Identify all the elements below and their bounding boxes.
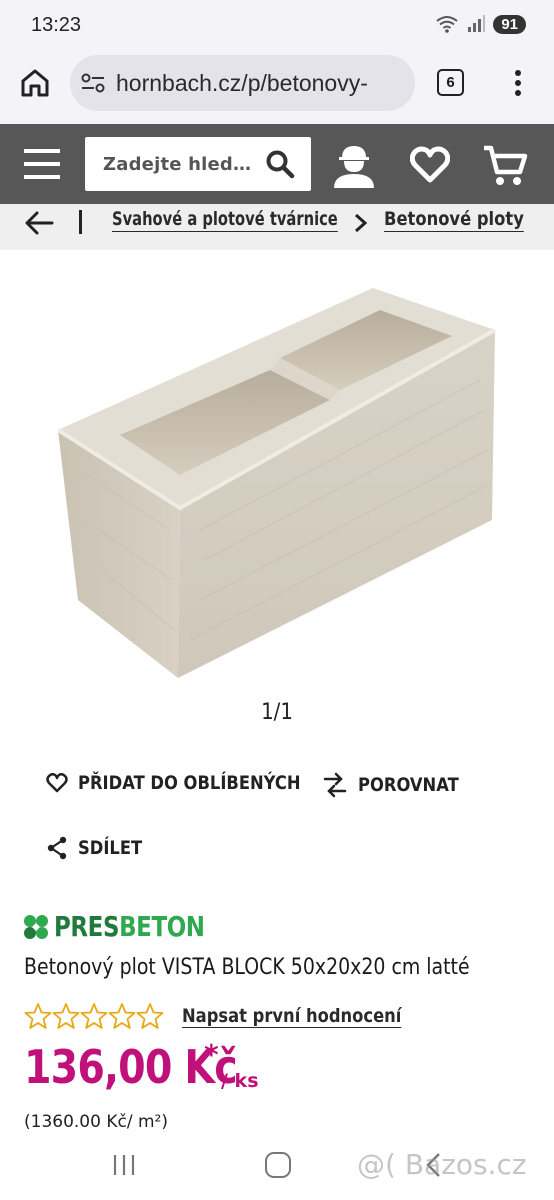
- breadcrumb: Svahové a plotové tvárnice Betonové plot…: [0, 204, 554, 250]
- star-icon: [80, 1003, 108, 1029]
- wifi-icon: [436, 16, 458, 33]
- heart-icon: [46, 773, 68, 793]
- brand-logo[interactable]: PRESBETON: [22, 910, 238, 943]
- browser-toolbar: hornbach.cz/p/betonovy- 6: [0, 52, 554, 124]
- chevron-right-icon: [355, 213, 368, 233]
- compare-label: POROVNAT: [358, 774, 459, 796]
- star-icon: [108, 1003, 136, 1029]
- star-icon: [24, 1003, 52, 1029]
- image-counter: 1/1: [261, 700, 293, 725]
- search-input[interactable]: Zadejte hled…: [85, 137, 311, 191]
- heart-icon[interactable]: [410, 146, 450, 184]
- breadcrumb-link-svahove[interactable]: Svahové a plotové tvárnice: [112, 208, 338, 230]
- site-header: Zadejte hled…: [0, 124, 554, 204]
- system-home-icon[interactable]: [265, 1152, 291, 1178]
- tab-switcher-button[interactable]: 6: [437, 69, 464, 96]
- search-icon[interactable]: [265, 149, 295, 179]
- status-time: 13:23: [31, 14, 82, 36]
- price-asterisk: *: [204, 1038, 219, 1071]
- system-nav-bar: @( Bazos.cz: [0, 1140, 554, 1200]
- share-icon: [47, 836, 67, 860]
- address-bar[interactable]: hornbach.cz/p/betonovy-: [70, 55, 415, 111]
- cart-icon[interactable]: [482, 144, 528, 188]
- status-icons: 91: [435, 14, 526, 34]
- rating: Napsat první hodnocení: [24, 1002, 437, 1030]
- star-icon: [52, 1003, 80, 1029]
- back-arrow-icon[interactable]: [24, 210, 54, 236]
- battery-indicator: 91: [493, 14, 526, 34]
- product-title: Betonový plot VISTA BLOCK 50x20x20 cm la…: [24, 955, 470, 980]
- site-settings-icon[interactable]: [80, 72, 106, 94]
- unit-price: (1360.00 Kč/ m²): [24, 1112, 168, 1132]
- status-bar: 13:23 91: [0, 0, 554, 52]
- product-price: 136,00 Kč * / ks: [24, 1038, 271, 1094]
- add-to-favorites-label: PŘIDAT DO OBLÍBENÝCH: [78, 772, 301, 794]
- compare-icon: [323, 772, 347, 798]
- write-review-link[interactable]: Napsat první hodnocení: [182, 1005, 401, 1027]
- price-unit: / ks: [221, 1070, 259, 1092]
- share-label: SDÍLET: [78, 837, 143, 859]
- breadcrumb-link-betonove-ploty[interactable]: Betonové ploty: [384, 208, 524, 230]
- home-icon[interactable]: [18, 66, 52, 100]
- watermark: @( Bazos.cz: [357, 1148, 527, 1181]
- brand-name: PRESBETON: [54, 910, 205, 943]
- breadcrumb-divider: [79, 210, 82, 234]
- menu-icon[interactable]: [24, 146, 60, 182]
- compare-button[interactable]: POROVNAT: [322, 772, 475, 798]
- account-icon[interactable]: [330, 142, 378, 188]
- more-vert-icon[interactable]: [506, 67, 530, 99]
- product-image[interactable]: [40, 270, 510, 690]
- brand-clover-icon: [24, 914, 48, 939]
- star-icon: [136, 1003, 164, 1029]
- search-placeholder[interactable]: Zadejte hled…: [103, 154, 265, 175]
- add-to-favorites-button[interactable]: PŘIDAT DO OBLÍBENÝCH: [46, 772, 337, 794]
- recent-apps-icon[interactable]: [112, 1154, 136, 1176]
- url-text[interactable]: hornbach.cz/p/betonovy-: [116, 70, 368, 97]
- signal-icon: [468, 15, 486, 32]
- share-button[interactable]: SDÍLET: [46, 836, 153, 860]
